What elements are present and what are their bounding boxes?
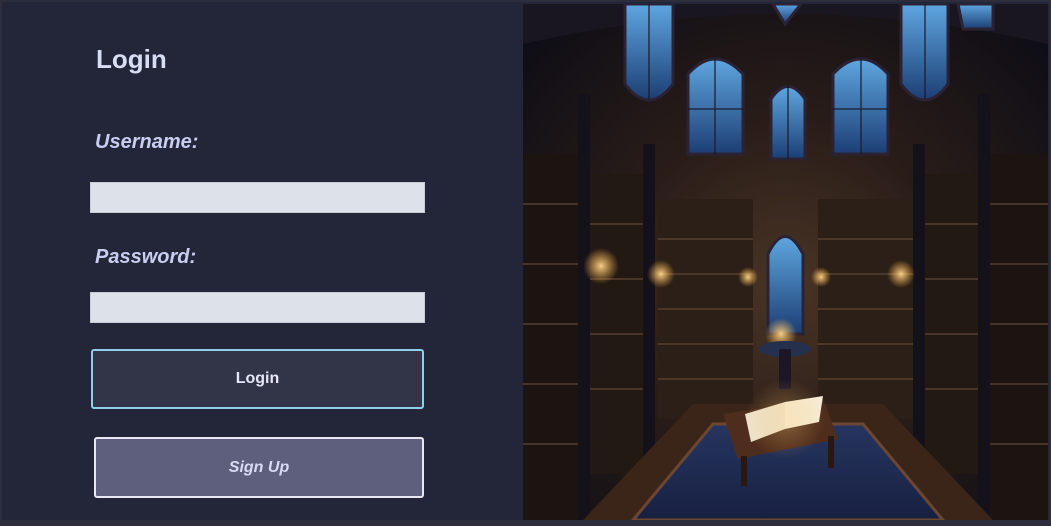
signup-button[interactable]: Sign Up <box>94 437 424 498</box>
login-button-label: Login <box>235 370 280 387</box>
login-button[interactable]: Login <box>91 349 424 409</box>
signup-button-label: Sign Up <box>228 458 290 476</box>
page-title: Login <box>96 44 167 74</box>
username-input[interactable] <box>90 182 425 213</box>
username-label: Username: <box>95 131 199 153</box>
password-label: Password: <box>95 246 197 268</box>
library-illustration <box>523 4 1048 520</box>
password-input[interactable] <box>90 292 425 323</box>
